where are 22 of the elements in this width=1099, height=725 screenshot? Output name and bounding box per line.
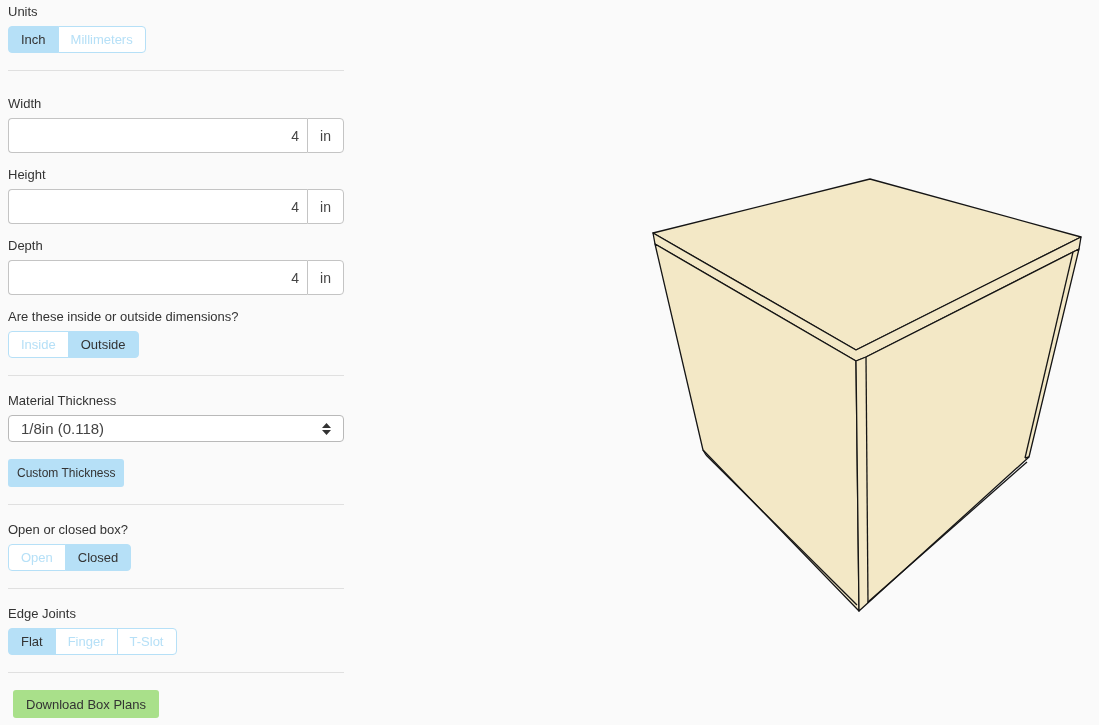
- unit-label: in: [307, 260, 344, 295]
- sort-caret-icon: [322, 422, 331, 435]
- field-label: Open or closed box?: [8, 521, 129, 539]
- toggle-option[interactable]: Flat: [8, 628, 56, 655]
- number-input-field[interactable]: 4: [8, 118, 307, 153]
- field-label: Depth: [8, 237, 44, 255]
- toggle-option[interactable]: Closed: [64, 544, 132, 571]
- field-label: Height: [8, 166, 47, 184]
- thickness-select[interactable]: 1/8in (0.118): [8, 415, 344, 442]
- field-label: Units: [8, 3, 39, 21]
- field-label: Edge Joints: [8, 605, 77, 623]
- field-label: Are these inside or outside dimensions?: [8, 308, 240, 326]
- number-input-field[interactable]: 4: [8, 260, 307, 295]
- unit-label: in: [307, 189, 344, 224]
- number-input-field[interactable]: 4: [8, 189, 307, 224]
- toggle-option[interactable]: Inch: [8, 26, 59, 53]
- download-button[interactable]: Download Box Plans: [13, 690, 159, 718]
- toggle-option[interactable]: Outside: [67, 331, 139, 358]
- custom-thickness-button[interactable]: Custom Thickness: [8, 459, 125, 487]
- unit-label: in: [307, 118, 344, 153]
- field-label: Material Thickness: [8, 392, 118, 410]
- field-label: Width: [8, 95, 43, 113]
